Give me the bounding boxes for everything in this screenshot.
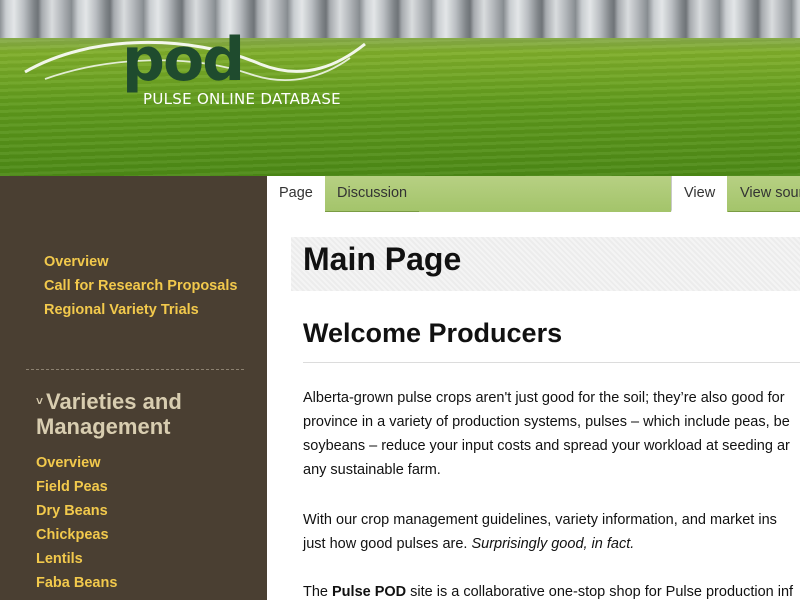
- sidebar-item-field-peas[interactable]: Field Peas: [36, 475, 117, 499]
- tab-page[interactable]: Page: [267, 176, 325, 212]
- sidebar-item-varieties-overview[interactable]: Overview: [36, 451, 117, 475]
- tab-discussion[interactable]: Discussion: [325, 176, 420, 212]
- page-tabs: Page Discussion View View source: [267, 176, 800, 212]
- site-logo[interactable]: pod: [122, 20, 245, 100]
- pulse-pod-paragraph: The Pulse POD site is a collaborative on…: [303, 580, 800, 600]
- sidebar-item-chickpeas[interactable]: Chickpeas: [36, 523, 117, 547]
- section-heading-line1: Varieties and: [46, 389, 182, 414]
- paragraph-text: The: [303, 584, 333, 600]
- sidebar-section-heading[interactable]: ˅ Varieties and Management: [36, 389, 246, 439]
- paragraph-line: The Pulse POD site is a collaborative on…: [303, 580, 800, 600]
- heading-divider: [303, 362, 800, 363]
- paragraph-text: site is a collaborative one-stop shop fo…: [406, 584, 794, 600]
- paragraph-line: any sustainable farm.: [303, 462, 441, 478]
- sidebar-top-links: Overview Call for Research Proposals Reg…: [44, 250, 237, 322]
- sidebar: Overview Call for Research Proposals Reg…: [0, 176, 267, 600]
- main-content: Main Page Welcome Producers Alberta-grow…: [267, 212, 800, 600]
- management-paragraph: With our crop management guidelines, var…: [303, 508, 800, 556]
- pulse-pod-bold: Pulse POD: [332, 584, 407, 600]
- page-title: Main Page: [303, 241, 462, 277]
- tab-view[interactable]: View: [671, 176, 728, 212]
- section-heading-line2: Management: [36, 414, 171, 439]
- tab-view-source[interactable]: View source: [728, 176, 800, 212]
- sidebar-divider: [26, 369, 244, 370]
- sidebar-item-regional-variety-trials[interactable]: Regional Variety Trials: [44, 298, 237, 322]
- paragraph-line: soybeans – reduce your input costs and s…: [303, 438, 790, 454]
- welcome-heading: Welcome Producers: [303, 318, 563, 348]
- paragraph-line: province in a variety of production syst…: [303, 414, 790, 430]
- emphasis-text: Surprisingly good, in fact.: [471, 536, 635, 552]
- sidebar-item-dry-beans[interactable]: Dry Beans: [36, 499, 117, 523]
- sidebar-item-faba-beans[interactable]: Faba Beans: [36, 571, 117, 595]
- paragraph-line: just how good pulses are. Surprisingly g…: [303, 532, 800, 556]
- logo-tagline: PULSE ONLINE DATABASE: [143, 90, 341, 108]
- paragraph-text: just how good pulses are.: [303, 536, 472, 552]
- sidebar-item-overview[interactable]: Overview: [44, 250, 237, 274]
- paragraph-line: Alberta-grown pulse crops aren't just go…: [303, 390, 785, 406]
- header-banner: pod PULSE ONLINE DATABASE: [0, 0, 800, 176]
- sidebar-sub-links: Overview Field Peas Dry Beans Chickpeas …: [36, 451, 117, 595]
- paragraph-line: With our crop management guidelines, var…: [303, 512, 777, 528]
- collapse-icon[interactable]: ˅: [36, 394, 43, 408]
- sidebar-item-call-for-proposals[interactable]: Call for Research Proposals: [44, 274, 237, 298]
- intro-paragraph: Alberta-grown pulse crops aren't just go…: [303, 386, 800, 482]
- sidebar-item-lentils[interactable]: Lentils: [36, 547, 117, 571]
